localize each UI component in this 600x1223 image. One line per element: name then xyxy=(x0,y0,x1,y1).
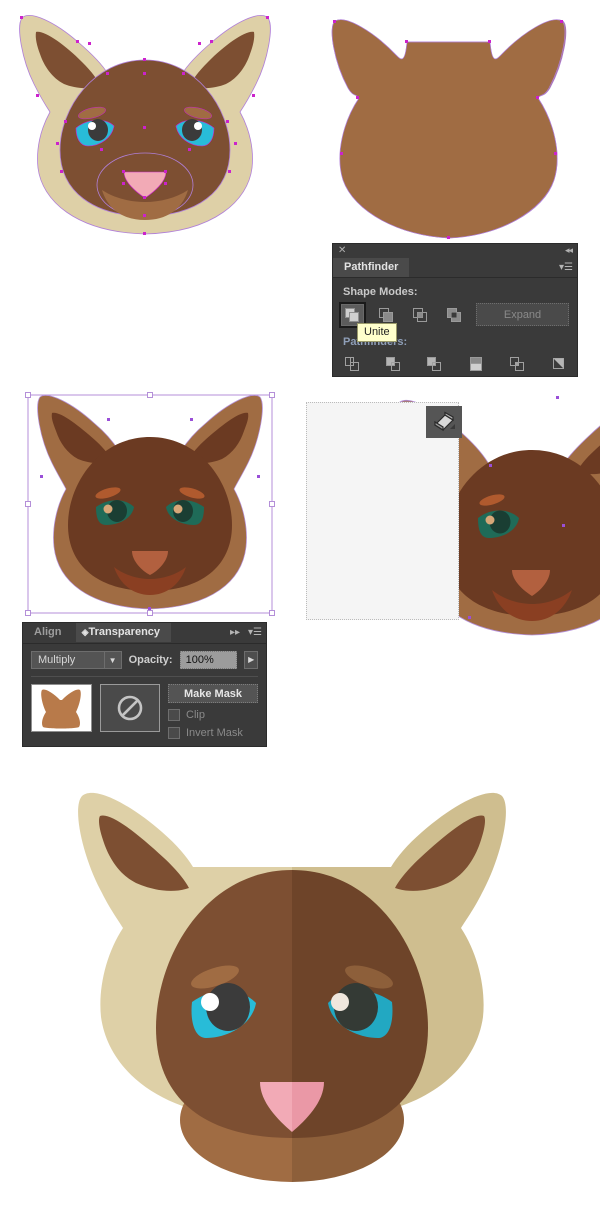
tab-transparency[interactable]: ◈Transparency xyxy=(76,623,171,642)
eraser-glyph xyxy=(431,411,457,433)
step3-cat-selected xyxy=(20,385,280,617)
divide-button[interactable] xyxy=(341,353,362,375)
cat-head-thumbnail[interactable] xyxy=(31,684,92,732)
prohibition-glyph xyxy=(115,693,145,723)
minus-back-button[interactable] xyxy=(548,353,569,375)
no-mask-icon[interactable] xyxy=(100,684,161,732)
pathfinders-row xyxy=(341,353,569,375)
merge-button[interactable] xyxy=(424,353,445,375)
step3-svg xyxy=(20,385,280,617)
tab-pathfinder[interactable]: Pathfinder xyxy=(333,258,409,277)
crop-button[interactable] xyxy=(465,353,486,375)
clip-label: Clip xyxy=(186,709,205,721)
opacity-label: Opacity: xyxy=(129,654,173,666)
clip-checkbox[interactable] xyxy=(168,709,180,721)
intersect-button[interactable] xyxy=(409,304,432,326)
collapse-icon[interactable]: ◂◂ xyxy=(565,244,572,257)
panel-menu-icon[interactable]: ▾☰ xyxy=(559,260,573,275)
transparency-tabrow: Align ◈Transparency ▸▸ ▾☰ xyxy=(23,623,266,644)
step5-cat-final xyxy=(60,770,540,1220)
transparency-panel[interactable]: Align ◈Transparency ▸▸ ▾☰ Multiply ▼ Opa… xyxy=(22,622,267,747)
close-icon[interactable]: ✕ xyxy=(338,244,346,257)
clip-checkbox-row[interactable]: Clip xyxy=(168,709,258,721)
unite-tooltip: Unite xyxy=(357,323,397,342)
opacity-input[interactable]: 100% xyxy=(180,651,238,669)
tab-align[interactable]: Align xyxy=(23,623,73,642)
pathfinder-tabrow: Pathfinder ▾☰ xyxy=(333,258,577,278)
pathfinder-panel[interactable]: ✕ ◂◂ Pathfinder ▾☰ Shape Modes: Expand P… xyxy=(332,243,578,377)
invert-mask-label: Invert Mask xyxy=(186,727,243,739)
stepper-arrow-icon[interactable]: ▶ xyxy=(244,651,258,669)
transparency-body: Multiply ▼ Opacity: 100% ▶ Make Mask xyxy=(23,644,266,745)
panel-menu-icon[interactable]: ▾☰ xyxy=(248,625,262,640)
outline-button[interactable] xyxy=(506,353,527,375)
invert-mask-checkbox-row[interactable]: Invert Mask xyxy=(168,727,258,739)
mask-controls: Make Mask Clip Invert Mask xyxy=(168,684,258,739)
step2-svg xyxy=(300,0,600,240)
exclude-button[interactable] xyxy=(442,304,465,326)
mask-thumbnails-row: Make Mask Clip Invert Mask xyxy=(31,684,258,739)
thumb-cat-glyph xyxy=(36,687,86,729)
step1-svg xyxy=(0,0,290,240)
pathfinder-titlebar: ✕ ◂◂ xyxy=(333,244,577,258)
trim-button[interactable] xyxy=(382,353,403,375)
panel-divider xyxy=(31,676,258,677)
invert-mask-checkbox[interactable] xyxy=(168,727,180,739)
blend-opacity-row: Multiply ▼ Opacity: 100% ▶ xyxy=(31,651,258,669)
make-mask-button[interactable]: Make Mask xyxy=(168,684,258,703)
shape-modes-label: Shape Modes: xyxy=(343,286,569,298)
step2-cat-silhouette xyxy=(300,0,600,240)
step1-cat-with-anchors xyxy=(0,0,290,240)
step4-cat-masked xyxy=(300,390,600,630)
chevron-down-icon[interactable]: ▼ xyxy=(104,652,121,668)
expand-arrows-icon[interactable]: ▸▸ xyxy=(230,625,240,641)
expand-button[interactable]: Expand xyxy=(476,303,569,326)
step5-svg xyxy=(60,770,540,1220)
blend-mode-select[interactable]: Multiply ▼ xyxy=(31,651,122,669)
eraser-tool-icon[interactable] xyxy=(426,406,462,438)
